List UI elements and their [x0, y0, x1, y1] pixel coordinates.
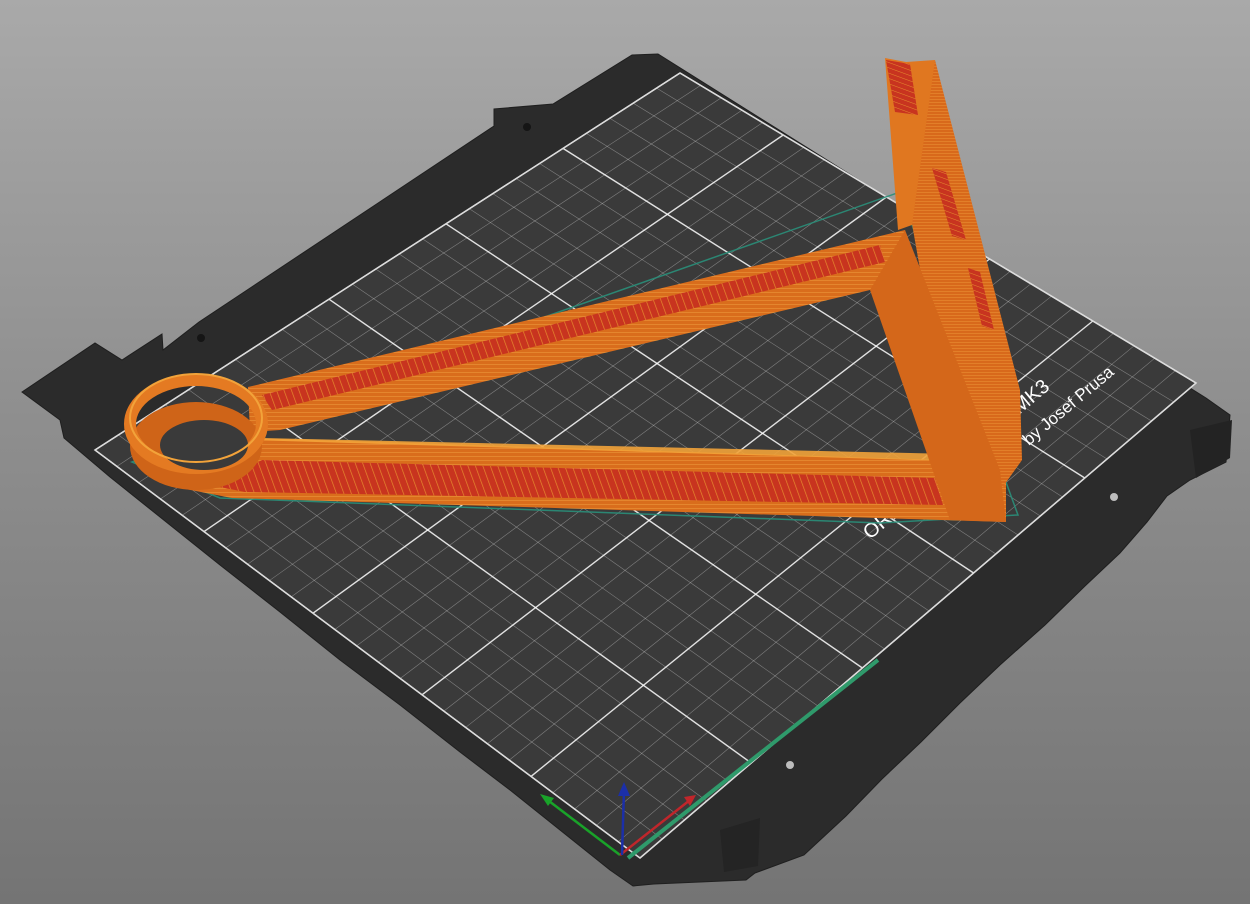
bed-hole	[523, 123, 531, 131]
bed-hole	[1110, 493, 1118, 501]
bed-hole	[786, 761, 794, 769]
bed-hole	[197, 334, 205, 342]
3d-viewport[interactable]: ORIGINAL PRUSA i3 MK3 by Josef Prusa	[0, 0, 1250, 904]
scene-canvas[interactable]: ORIGINAL PRUSA i3 MK3 by Josef Prusa	[0, 0, 1250, 904]
